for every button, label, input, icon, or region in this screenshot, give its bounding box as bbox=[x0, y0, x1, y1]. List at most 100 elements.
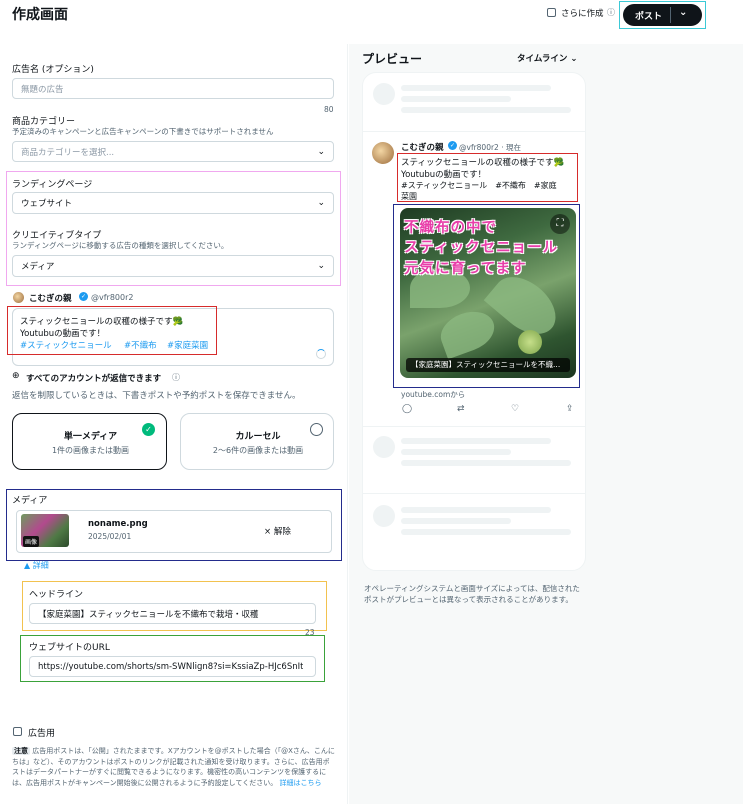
create-more-checkbox[interactable] bbox=[547, 8, 556, 17]
post-button-label: ポスト bbox=[635, 12, 663, 22]
media-caption: 【家庭菜園】スティックセニョールを不織... bbox=[406, 358, 570, 372]
creative-type-note: ランディングページに移動する広告の種類を選択してください。 bbox=[12, 241, 229, 250]
chevron-down-icon: ⌄ bbox=[570, 54, 578, 64]
product-category-note: 予定済みのキャンペーンと広告キャンペーンの下書きではサポートされません bbox=[12, 127, 274, 136]
headline-input[interactable]: 【家庭菜園】スティックセニョールを不織布で栽培・収穫 bbox=[29, 603, 316, 624]
ad-name-counter: 80 bbox=[324, 105, 334, 114]
url-label: ウェブサイトのURL bbox=[29, 643, 110, 653]
skeleton-line bbox=[401, 85, 551, 91]
reply-icon[interactable]: ◯ bbox=[402, 404, 412, 414]
leaf-shape bbox=[435, 304, 500, 360]
creative-type-value: メディア bbox=[21, 262, 55, 272]
info-icon: ⓘ bbox=[172, 373, 180, 382]
media-overlay-line-1: 不織布の中で bbox=[404, 220, 497, 236]
create-more-label: さらに作成 bbox=[561, 9, 604, 19]
tweet-hashtag[interactable]: #スティックセニョール bbox=[20, 339, 112, 351]
page-title: 作成画面 bbox=[12, 7, 68, 23]
preview-hashtags-cont: 菜園 bbox=[401, 192, 417, 201]
media-file-name: noname.png bbox=[88, 519, 148, 529]
radio-icon bbox=[310, 423, 323, 436]
info-icon: ⓘ bbox=[607, 8, 615, 17]
skeleton-avatar bbox=[373, 505, 395, 527]
divider bbox=[363, 426, 585, 427]
skeleton-line bbox=[401, 507, 551, 513]
carousel-desc: 2〜6件の画像または動画 bbox=[212, 446, 304, 455]
broccoli-floret bbox=[518, 330, 542, 354]
like-icon[interactable]: ♡ bbox=[511, 404, 519, 414]
preview-mode-label: タイムライン bbox=[517, 54, 568, 64]
headline-value: 【家庭菜園】スティックセニョールを不織布で栽培・収穫 bbox=[38, 609, 259, 620]
product-category-select[interactable]: 商品カテゴリーを選択... ⌄ bbox=[12, 141, 334, 162]
divider bbox=[363, 131, 585, 132]
divider bbox=[363, 493, 585, 494]
preview-handle-time: @vfr800r2 · 現在 bbox=[459, 143, 521, 152]
headline-label: ヘッドライン bbox=[29, 590, 84, 600]
tweet-line-2: Youtubuの動画です！ bbox=[20, 329, 106, 339]
expand-icon[interactable]: ⛶ bbox=[550, 214, 570, 234]
preview-title: プレビュー bbox=[362, 52, 423, 66]
tweet-line-1: スティックセニョールの収穫の様子です🥦 bbox=[20, 317, 184, 327]
skeleton-line bbox=[401, 96, 511, 102]
ad-name-input[interactable]: 無題の広告 bbox=[12, 78, 334, 99]
preview-hashtags: #スティックセニョール #不織布 #家庭 bbox=[401, 181, 557, 190]
share-icon[interactable]: ⇪ bbox=[566, 404, 574, 414]
globe-icon: ⊕ bbox=[12, 371, 20, 381]
ad-use-checkbox[interactable] bbox=[13, 727, 22, 736]
post-button-frame: ポスト ⌄ bbox=[619, 1, 706, 29]
landing-page-select[interactable]: ウェブサイト ⌄ bbox=[12, 192, 334, 214]
preview-mode-select[interactable]: タイムライン ⌄ bbox=[517, 52, 578, 64]
single-media-card[interactable]: 単一メディア 1件の画像または動画 ✓ bbox=[12, 413, 167, 470]
media-overlay-line-2: スティックセニョール bbox=[404, 240, 559, 256]
post-button[interactable]: ポスト ⌄ bbox=[623, 4, 702, 26]
media-overlay-line-3: 元気に育ってます bbox=[404, 261, 527, 277]
ad-use-label: 広告用 bbox=[28, 729, 56, 739]
skeleton-line bbox=[401, 518, 511, 524]
landing-page-label: ランディングページ bbox=[12, 180, 93, 190]
top-bar: 作成画面 さらに作成 ⓘ ポスト ⌄ bbox=[0, 0, 743, 29]
preview-source: youtube.comから bbox=[401, 390, 466, 399]
media-item: 画像 noname.png 2025/02/01 × 解除 bbox=[16, 510, 332, 553]
account-handle: @vfr800r2 bbox=[91, 293, 134, 302]
repost-icon[interactable]: ⇄ bbox=[457, 404, 465, 414]
media-badge: 画像 bbox=[23, 536, 40, 547]
ad-name-placeholder: 無題の広告 bbox=[21, 84, 64, 95]
check-icon: ✓ bbox=[142, 423, 155, 436]
media-thumbnail[interactable]: 画像 bbox=[21, 514, 69, 547]
ad-name-label: 広告名 (オプション) bbox=[12, 65, 94, 75]
notice-link[interactable]: 詳細はこちら bbox=[279, 779, 321, 787]
preview-text-line-2: Youtubuの動画です！ bbox=[401, 170, 487, 180]
skeleton-line bbox=[401, 529, 571, 535]
skeleton-line bbox=[401, 449, 511, 455]
chevron-down-icon[interactable]: ⌄ bbox=[679, 7, 687, 18]
details-toggle[interactable]: ▲ 詳細 bbox=[24, 560, 49, 571]
url-value: https://youtube.com/shorts/sm-SWNlign8?s… bbox=[38, 661, 304, 672]
media-file-date: 2025/02/01 bbox=[88, 532, 132, 541]
skeleton-line bbox=[401, 107, 571, 113]
preview-text-line-1: スティックセニョールの収穫の様子です🥦 bbox=[401, 158, 565, 168]
creative-type-select[interactable]: メディア ⌄ bbox=[12, 255, 334, 277]
url-input[interactable]: https://youtube.com/shorts/sm-SWNlign8?s… bbox=[29, 656, 316, 677]
preview-disclaimer: オペレーティングシステムと画面サイズによっては、配信されたポストがプレビューとは… bbox=[364, 584, 580, 604]
tweet-hashtag[interactable]: #不織布 bbox=[124, 339, 157, 351]
character-count-ring bbox=[316, 349, 326, 359]
tweet-hashtag[interactable]: #家庭菜園 bbox=[167, 339, 208, 351]
preview-account-name: こむぎの親 bbox=[401, 143, 444, 153]
reply-setting-note: 返信を制限しているときは、下書きポストや予約ポストを保存できません。 bbox=[12, 391, 301, 401]
skeleton-line bbox=[401, 460, 571, 466]
chevron-down-icon: ⌄ bbox=[317, 261, 325, 271]
verified-icon: ✓ bbox=[448, 141, 457, 150]
media-remove-button[interactable]: × 解除 bbox=[264, 525, 291, 537]
notice-tag: 注意 bbox=[12, 747, 30, 755]
chevron-down-icon: ⌄ bbox=[317, 146, 325, 157]
skeleton-line bbox=[401, 438, 551, 444]
chevron-down-icon: ⌄ bbox=[317, 198, 325, 208]
account-name: こむぎの親 bbox=[29, 294, 72, 304]
verified-icon: ✓ bbox=[79, 292, 88, 301]
reply-setting-button[interactable]: すべてのアカウントが返信できます bbox=[26, 372, 161, 384]
ad-use-notice: 注意 広告用ポストは、「公開」されたままです。Xアカウントを@ポストした場合（「… bbox=[12, 746, 336, 788]
preview-media-image[interactable]: 不織布の中で スティックセニョール 元気に育ってます ⛶ 【家庭菜園】スティック… bbox=[400, 208, 576, 378]
carousel-card[interactable]: カルーセル 2〜6件の画像または動画 bbox=[180, 413, 334, 470]
single-media-desc: 1件の画像または動画 bbox=[51, 446, 130, 455]
post-button-divider bbox=[670, 7, 671, 23]
preview-avatar bbox=[372, 142, 394, 164]
